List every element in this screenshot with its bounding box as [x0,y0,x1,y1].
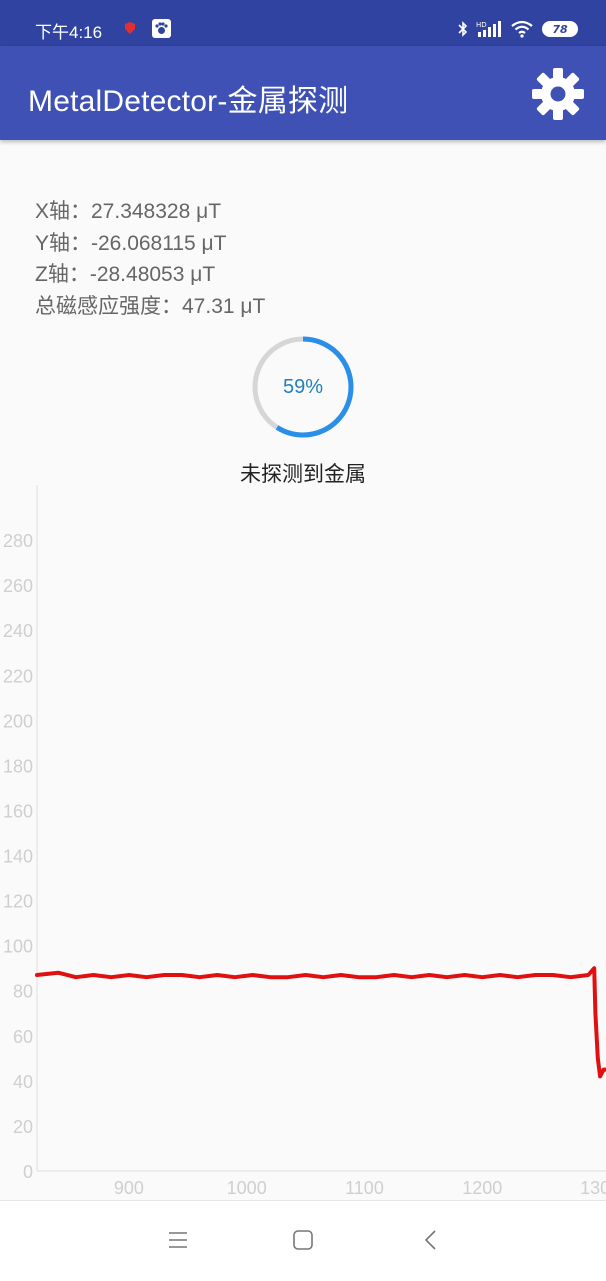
wifi-icon [511,20,533,38]
y-tick-label: 80 [13,982,33,1002]
y-tick-label: 220 [3,666,33,686]
x-axis-reading: X轴：27.348328 μT [35,200,222,223]
y-tick-label: 260 [3,576,33,596]
signal-icon: HD [476,21,501,37]
total-field-reading: 总磁感应强度：47.31 μT [35,294,266,318]
svg-text:HD: HD [476,21,487,29]
home-icon[interactable] [290,1227,316,1253]
y-tick-label: 120 [3,892,33,912]
x-tick-label: 1300 [580,1178,606,1198]
status-bar: 下午4:16 HD 78 [0,0,606,46]
y-tick-label: 160 [3,801,33,821]
detection-status: 未探测到金属 [240,463,366,486]
y-tick-label: 100 [3,937,33,957]
app-title: MetalDetector-金属探测 [28,85,349,118]
y-tick-label: 280 [3,531,33,551]
y-axis-reading: Y轴：-26.068115 μT [35,231,227,255]
x-tick-label: 900 [114,1178,144,1198]
paw-app-icon [152,19,171,38]
series-line [35,966,606,1079]
battery-indicator: 78 [542,21,578,37]
y-tick-label: 40 [13,1072,33,1092]
notification-icon [125,22,135,34]
y-tick-label: 200 [3,711,33,731]
y-tick-label: 20 [13,1117,33,1137]
bluetooth-icon [458,21,468,37]
gear-icon[interactable] [530,66,586,122]
status-time: 下午4:16 [35,23,103,42]
y-tick-label: 60 [13,1027,33,1047]
x-tick-label: 1100 [345,1178,384,1198]
sensor-readings: X轴：27.348328 μT Y轴：-26.068115 μT Z轴：-28.… [35,196,265,322]
navigation-bar [0,1200,606,1281]
y-tick-label: 140 [3,847,33,867]
app-bar: MetalDetector-金属探测 [0,46,606,140]
menu-icon[interactable] [165,1227,191,1253]
y-tick-label: 0 [23,1162,33,1182]
progress-ring: 59% [252,336,354,438]
z-axis-reading: Z轴：-28.48053 μT [35,263,216,286]
x-tick-label: 1200 [462,1178,502,1198]
back-icon[interactable] [418,1227,444,1253]
status-icons: HD 78 [458,17,578,41]
y-tick-label: 180 [3,756,33,776]
y-tick-label: 240 [3,621,33,641]
progress-percent: 59% [282,376,324,398]
magnetic-line-chart: 0 20 40 60 80 100 120 140 160 180 200 220 240 260 280 9… [3,485,606,1198]
x-tick-label: 1000 [227,1178,267,1198]
